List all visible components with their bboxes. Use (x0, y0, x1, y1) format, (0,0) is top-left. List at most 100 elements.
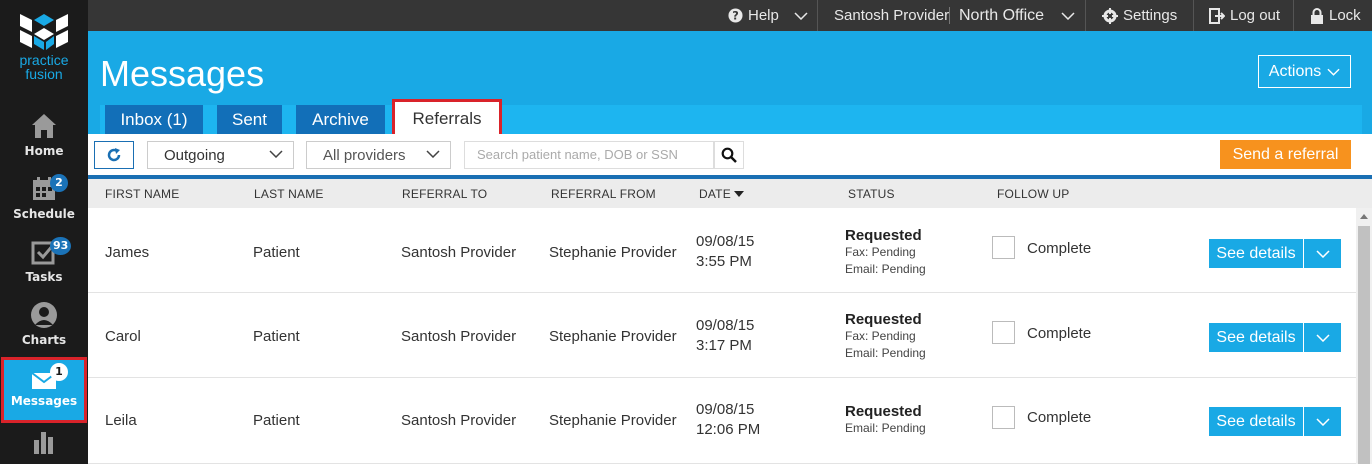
office-selector[interactable]: North Office (959, 0, 1075, 31)
cell-last-name: Patient (253, 244, 300, 261)
cell-referral-from: Stephanie Provider (549, 328, 677, 345)
status-fax: Fax: Pending (845, 245, 916, 259)
details-dropdown-button[interactable] (1303, 323, 1341, 352)
vertical-scrollbar[interactable] (1356, 208, 1372, 464)
cell-date-day: 09/08/15 (696, 317, 755, 334)
person-icon (31, 302, 57, 328)
nav-label-tasks: Tasks (25, 270, 63, 284)
complete-checkbox[interactable] (992, 406, 1015, 429)
cell-date-day: 09/08/15 (696, 401, 755, 418)
table-row[interactable]: Carol Patient Santosh Provider Stephanie… (88, 293, 1356, 378)
nav-item-tasks[interactable]: Tasks 93 (0, 237, 88, 284)
see-details-button[interactable]: See details (1209, 323, 1303, 352)
cell-date: 09/08/15 3:55 PM (696, 232, 754, 272)
nav-item-messages[interactable]: Messages 1 (1, 357, 87, 423)
cell-date-time: 3:55 PM (696, 253, 752, 270)
refresh-button[interactable] (94, 141, 134, 169)
scroll-thumb[interactable] (1358, 226, 1370, 464)
left-nav: practice fusion Home Schedule 2 Tasks 93 (0, 0, 88, 464)
nav-item-home[interactable]: Home (0, 112, 88, 158)
status-email: Email: Pending (845, 421, 926, 435)
chevron-down-icon (1327, 68, 1340, 76)
see-details-button[interactable]: See details (1209, 239, 1303, 268)
col-follow-up[interactable]: FOLLOW UP (997, 179, 1069, 208)
table-row[interactable]: James Patient Santosh Provider Stephanie… (88, 208, 1356, 293)
logo-icon (20, 14, 68, 50)
tab-archive[interactable]: Archive (296, 105, 385, 134)
lock-link[interactable]: Lock (1310, 0, 1361, 31)
help-menu[interactable]: ? Help (728, 0, 808, 31)
col-date[interactable]: DATE (699, 179, 744, 208)
cell-referral-from: Stephanie Provider (549, 244, 677, 261)
search-button[interactable] (714, 141, 744, 169)
direction-select[interactable]: Outgoing (147, 141, 294, 169)
nav-item-charts[interactable]: Charts (0, 301, 88, 347)
logout-label: Log out (1230, 7, 1281, 24)
logout-link[interactable]: Log out (1209, 0, 1280, 31)
logo-text-2: fusion (25, 66, 63, 82)
settings-link[interactable]: Settings (1102, 0, 1177, 31)
status-fax: Fax: Pending (845, 329, 916, 343)
col-first-name[interactable]: FIRST NAME (105, 179, 179, 208)
status-email: Email: Pending (845, 346, 926, 360)
office-label: North Office (959, 7, 1045, 24)
lock-icon (1311, 7, 1323, 24)
col-last-name[interactable]: LAST NAME (254, 179, 324, 208)
message-tabs: Inbox (1) Sent Archive Referrals (100, 99, 1362, 139)
send-referral-button[interactable]: Send a referral (1220, 140, 1351, 169)
cell-last-name: Patient (253, 328, 300, 345)
cell-status: Requested Email: Pending (845, 403, 926, 437)
cell-status: Requested Fax: Pending Email: Pending (845, 311, 926, 362)
patient-search-input[interactable]: Search patient name, DOB or SSN (464, 141, 714, 169)
schedule-badge: 2 (50, 174, 68, 192)
status-email: Email: Pending (845, 262, 926, 276)
referrals-toolbar: Outgoing All providers Search patient na… (88, 134, 1372, 176)
chevron-down-icon (1315, 333, 1330, 342)
tab-inbox[interactable]: Inbox (1) (105, 105, 203, 134)
col-referral-to[interactable]: REFERRAL TO (402, 179, 487, 208)
tab-sent[interactable]: Sent (217, 105, 282, 134)
home-icon (32, 114, 56, 138)
see-details-button[interactable]: See details (1209, 407, 1303, 436)
details-dropdown-button[interactable] (1303, 407, 1341, 436)
col-date-label: DATE (699, 186, 731, 201)
svg-text:?: ? (732, 10, 739, 23)
logo-text-1: practice (19, 52, 69, 68)
cell-date: 09/08/15 12:06 PM (696, 400, 760, 440)
messages-badge: 1 (50, 363, 68, 381)
nav-item-schedule[interactable]: Schedule 2 (0, 174, 88, 221)
cell-status: Requested Fax: Pending Email: Pending (845, 227, 926, 278)
cell-first-name: Leila (105, 412, 137, 429)
status-title: Requested (845, 311, 922, 328)
settings-label: Settings (1123, 7, 1178, 24)
nav-label-home: Home (24, 144, 64, 158)
tasks-badge: 93 (50, 237, 72, 255)
cell-referral-from: Stephanie Provider (549, 412, 677, 429)
lock-label: Lock (1329, 7, 1361, 24)
status-title: Requested (845, 403, 922, 420)
practice-fusion-logo[interactable]: practice fusion (0, 10, 88, 81)
nav-label-messages: Messages (10, 394, 78, 408)
col-referral-from[interactable]: REFERRAL FROM (551, 179, 656, 208)
cell-date-day: 09/08/15 (696, 233, 755, 250)
tab-referrals[interactable]: Referrals (392, 99, 502, 139)
cell-referral-to: Santosh Provider (401, 328, 517, 345)
col-status[interactable]: STATUS (848, 179, 895, 208)
bar-chart-icon (34, 432, 53, 454)
help-label: Help (748, 7, 779, 24)
cell-last-name: Patient (253, 412, 300, 429)
complete-checkbox[interactable] (992, 236, 1015, 259)
complete-label: Complete (1027, 325, 1092, 342)
details-dropdown-button[interactable] (1303, 239, 1341, 268)
cell-date-time: 3:17 PM (696, 337, 752, 354)
actions-button[interactable]: Actions (1258, 55, 1351, 88)
provider-select[interactable]: All providers (306, 141, 451, 169)
scroll-up-arrow[interactable] (1356, 208, 1372, 224)
complete-label: Complete (1027, 409, 1092, 426)
complete-label: Complete (1027, 240, 1092, 257)
complete-checkbox[interactable] (992, 321, 1015, 344)
table-row[interactable]: Leila Patient Santosh Provider Stephanie… (88, 378, 1356, 464)
nav-item-reports[interactable] (0, 428, 88, 460)
chevron-down-icon (1315, 417, 1330, 426)
cell-date-time: 12:06 PM (696, 421, 761, 438)
